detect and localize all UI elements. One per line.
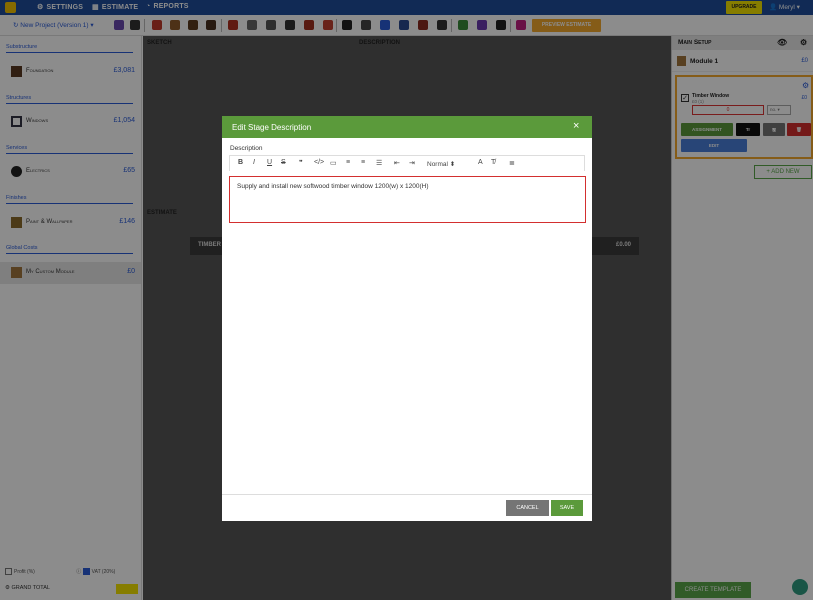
description-label: Description: [230, 145, 263, 152]
edit-description-modal: Edit Stage Description × Description B I…: [222, 116, 592, 521]
modal-title: Edit Stage Description: [222, 116, 592, 138]
cancel-button[interactable]: CANCEL: [506, 500, 549, 516]
bold-icon[interactable]: B: [238, 159, 243, 166]
underline-icon[interactable]: U: [267, 159, 272, 166]
ordered-list-icon[interactable]: ≡: [346, 159, 350, 166]
italic-icon[interactable]: I: [253, 159, 255, 166]
text-color-icon[interactable]: A: [478, 159, 483, 166]
checklist-icon[interactable]: ☰: [376, 159, 382, 167]
bullet-list-icon[interactable]: ≡: [361, 159, 365, 166]
format-select[interactable]: Normal ⬍: [427, 160, 455, 168]
clear-format-icon[interactable]: T̸: [491, 159, 495, 166]
indent-right-icon[interactable]: ⇥: [409, 159, 415, 167]
indent-left-icon[interactable]: ⇤: [394, 159, 400, 167]
image-icon[interactable]: ▭: [330, 159, 337, 167]
editor-toolbar: B I U S ❞ </> ▭ ≡ ≡ ☰ ⇤ ⇥ Normal ⬍ A T̸ …: [229, 155, 585, 171]
strikethrough-icon[interactable]: S: [281, 159, 286, 166]
quote-icon[interactable]: ❞: [299, 159, 303, 167]
code-icon[interactable]: </>: [314, 159, 324, 166]
description-textarea[interactable]: Supply and install new softwood timber w…: [229, 176, 586, 223]
save-button[interactable]: SAVE: [551, 500, 583, 516]
align-icon[interactable]: ≣: [509, 159, 515, 167]
close-icon[interactable]: ×: [573, 120, 579, 132]
